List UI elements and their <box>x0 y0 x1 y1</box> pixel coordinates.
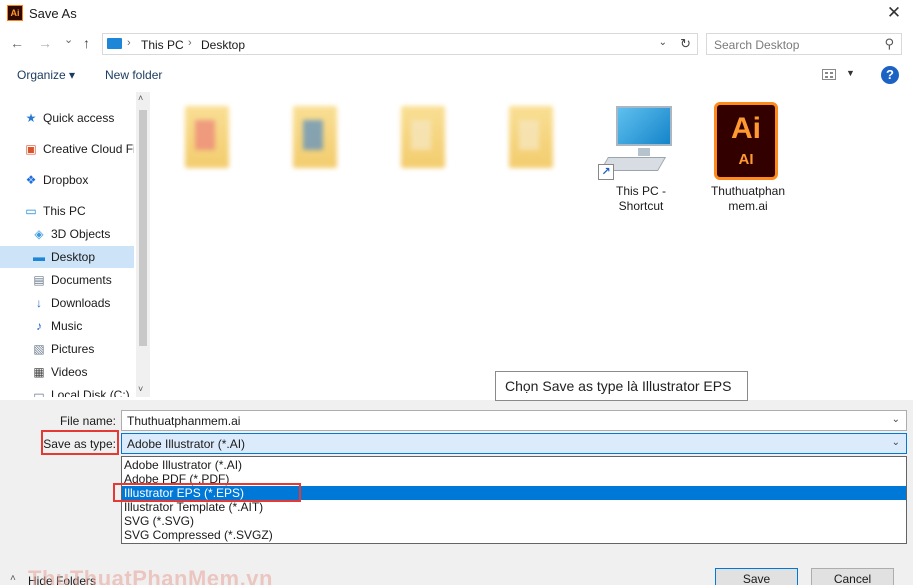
search-box[interactable]: Search Desktop ⚲ <box>706 33 902 55</box>
file-name-field[interactable]: Thuthuatphanmem.ai ⌄ <box>121 410 907 431</box>
file-name-label: File name: <box>59 414 116 428</box>
monitor-icon <box>616 106 672 146</box>
option-svg-compressed[interactable]: SVG Compressed (*.SVGZ) <box>122 528 906 542</box>
ai-file-label-line: mem.ai <box>728 199 768 213</box>
option-adobe-illustrator[interactable]: Adobe Illustrator (*.AI) <box>122 458 906 472</box>
shortcut-arrow-icon: ↗ <box>598 164 614 180</box>
illustrator-app-icon: Ai <box>7 5 23 21</box>
organize-button[interactable]: Organize ▾ <box>17 68 75 82</box>
new-folder-button[interactable]: New folder <box>105 68 162 82</box>
folder-icon <box>185 106 229 168</box>
sidebar-item-music[interactable]: ♪ Music <box>0 315 134 337</box>
scroll-thumb[interactable] <box>139 110 147 346</box>
sidebar-item-creative-cloud[interactable]: ▣ Creative Cloud Fil <box>0 138 134 160</box>
videos-icon: ▦ <box>33 365 45 379</box>
watermark: ThuThuatPhanMem.vn <box>28 566 273 585</box>
view-dropdown-icon[interactable]: ▼ <box>846 68 855 78</box>
ai-icon-ext: AI <box>738 151 754 168</box>
navigation-pane: ★ Quick access ▣ Creative Cloud Fil ❖ Dr… <box>0 92 150 397</box>
forward-arrow-icon[interactable]: → <box>38 35 52 51</box>
breadcrumb-separator: › <box>127 37 131 49</box>
search-icon: ⚲ <box>884 36 894 51</box>
sidebar-item-dropbox[interactable]: ❖ Dropbox <box>0 169 134 191</box>
sidebar-item-3d-objects[interactable]: ◈ 3D Objects <box>0 223 134 245</box>
this-pc-icon <box>107 38 122 49</box>
ai-file-label-line: Thuthuatphan <box>710 184 786 198</box>
illustrator-file-icon[interactable]: Ai AI <box>714 102 778 180</box>
ai-icon-text: Ai <box>731 112 761 145</box>
title-bar: Ai Save As ✕ <box>0 0 913 28</box>
sidebar-item-downloads[interactable]: ↓ Downloads <box>0 292 134 314</box>
file-item[interactable] <box>486 100 576 220</box>
star-icon: ★ <box>25 111 37 125</box>
cancel-button[interactable]: Cancel <box>811 568 894 585</box>
file-item[interactable] <box>378 100 468 220</box>
instruction-callout: Chọn Save as type là Illustrator EPS <box>495 371 748 401</box>
file-item[interactable] <box>270 100 360 220</box>
back-arrow-icon[interactable]: ← <box>10 35 24 51</box>
sidebar-item-pictures[interactable]: ▧ Pictures <box>0 338 134 360</box>
this-pc-icon: ▭ <box>25 204 37 218</box>
save-as-type-label: Save as type: <box>43 437 116 451</box>
recent-locations-icon[interactable]: ⌄ <box>64 33 73 46</box>
file-list <box>152 92 913 397</box>
breadcrumb-this-pc[interactable]: This PC <box>141 38 184 52</box>
address-bar[interactable]: › This PC › Desktop ⌄ ↻ <box>102 33 698 55</box>
ai-file-label: Thuthuatphan mem.ai <box>703 184 793 214</box>
shortcut-label-line: Shortcut <box>618 199 664 213</box>
refresh-icon[interactable]: ↻ <box>680 36 691 52</box>
chevron-up-icon[interactable]: ˄ <box>10 573 24 585</box>
sidebar-item-videos[interactable]: ▦ Videos <box>0 361 134 383</box>
chevron-down-icon[interactable]: ⌄ <box>892 437 900 448</box>
desktop-icon: ▬ <box>33 250 45 264</box>
music-icon: ♪ <box>36 319 42 333</box>
monitor-stand <box>638 148 650 156</box>
pictures-icon: ▧ <box>33 342 45 356</box>
save-button[interactable]: Save <box>715 568 798 585</box>
sidebar-item-desktop[interactable]: ▬ Desktop <box>0 246 134 268</box>
view-options-icon[interactable] <box>822 69 836 80</box>
dropbox-icon: ❖ <box>25 173 37 187</box>
option-svg[interactable]: SVG (*.SVG) <box>122 514 906 528</box>
option-illustrator-template[interactable]: Illustrator Template (*.AIT) <box>122 500 906 514</box>
folder-icon <box>509 106 553 168</box>
chevron-down-icon[interactable]: ⌄ <box>892 414 900 425</box>
breadcrumb-desktop[interactable]: Desktop <box>201 38 245 52</box>
search-input[interactable]: Search Desktop <box>714 38 799 52</box>
window-title: Save As <box>29 6 77 21</box>
shortcut-label: This PC - Shortcut <box>596 184 686 214</box>
folder-icon <box>401 106 445 168</box>
sidebar-item-documents[interactable]: ▤ Documents <box>0 269 134 291</box>
save-as-type-value: Adobe Illustrator (*.AI) <box>127 437 246 451</box>
sidebar-item-quick-access[interactable]: ★ Quick access <box>0 107 134 129</box>
close-icon[interactable]: ✕ <box>883 3 905 23</box>
folder-icon <box>293 106 337 168</box>
creative-cloud-icon: ▣ <box>25 142 37 156</box>
highlight-box <box>113 483 301 502</box>
file-item[interactable] <box>162 100 252 220</box>
save-as-type-select[interactable]: Adobe Illustrator (*.AI) ⌄ <box>121 433 907 454</box>
address-dropdown-icon[interactable]: ⌄ <box>659 37 667 48</box>
this-pc-shortcut[interactable]: ↗ <box>592 102 682 182</box>
sidebar-item-this-pc[interactable]: ▭ This PC <box>0 200 134 222</box>
scroll-up-icon[interactable]: ˄ <box>138 93 143 103</box>
scroll-down-icon[interactable]: ˅ <box>138 384 143 394</box>
breadcrumb-separator: › <box>188 37 192 49</box>
up-arrow-icon[interactable]: ↑ <box>83 35 90 51</box>
shortcut-label-line: This PC - <box>615 184 666 198</box>
documents-icon: ▤ <box>33 273 45 287</box>
sidebar-scrollbar[interactable]: ˄ ˅ <box>136 92 150 397</box>
file-name-value: Thuthuatphanmem.ai <box>127 414 241 428</box>
3d-objects-icon: ◈ <box>34 227 44 241</box>
downloads-icon: ↓ <box>36 296 42 310</box>
help-icon[interactable]: ? <box>881 66 899 84</box>
sidebar-item-local-disk[interactable]: ▭ Local Disk (C:) <box>0 384 134 397</box>
local-disk-icon: ▭ <box>33 388 45 397</box>
